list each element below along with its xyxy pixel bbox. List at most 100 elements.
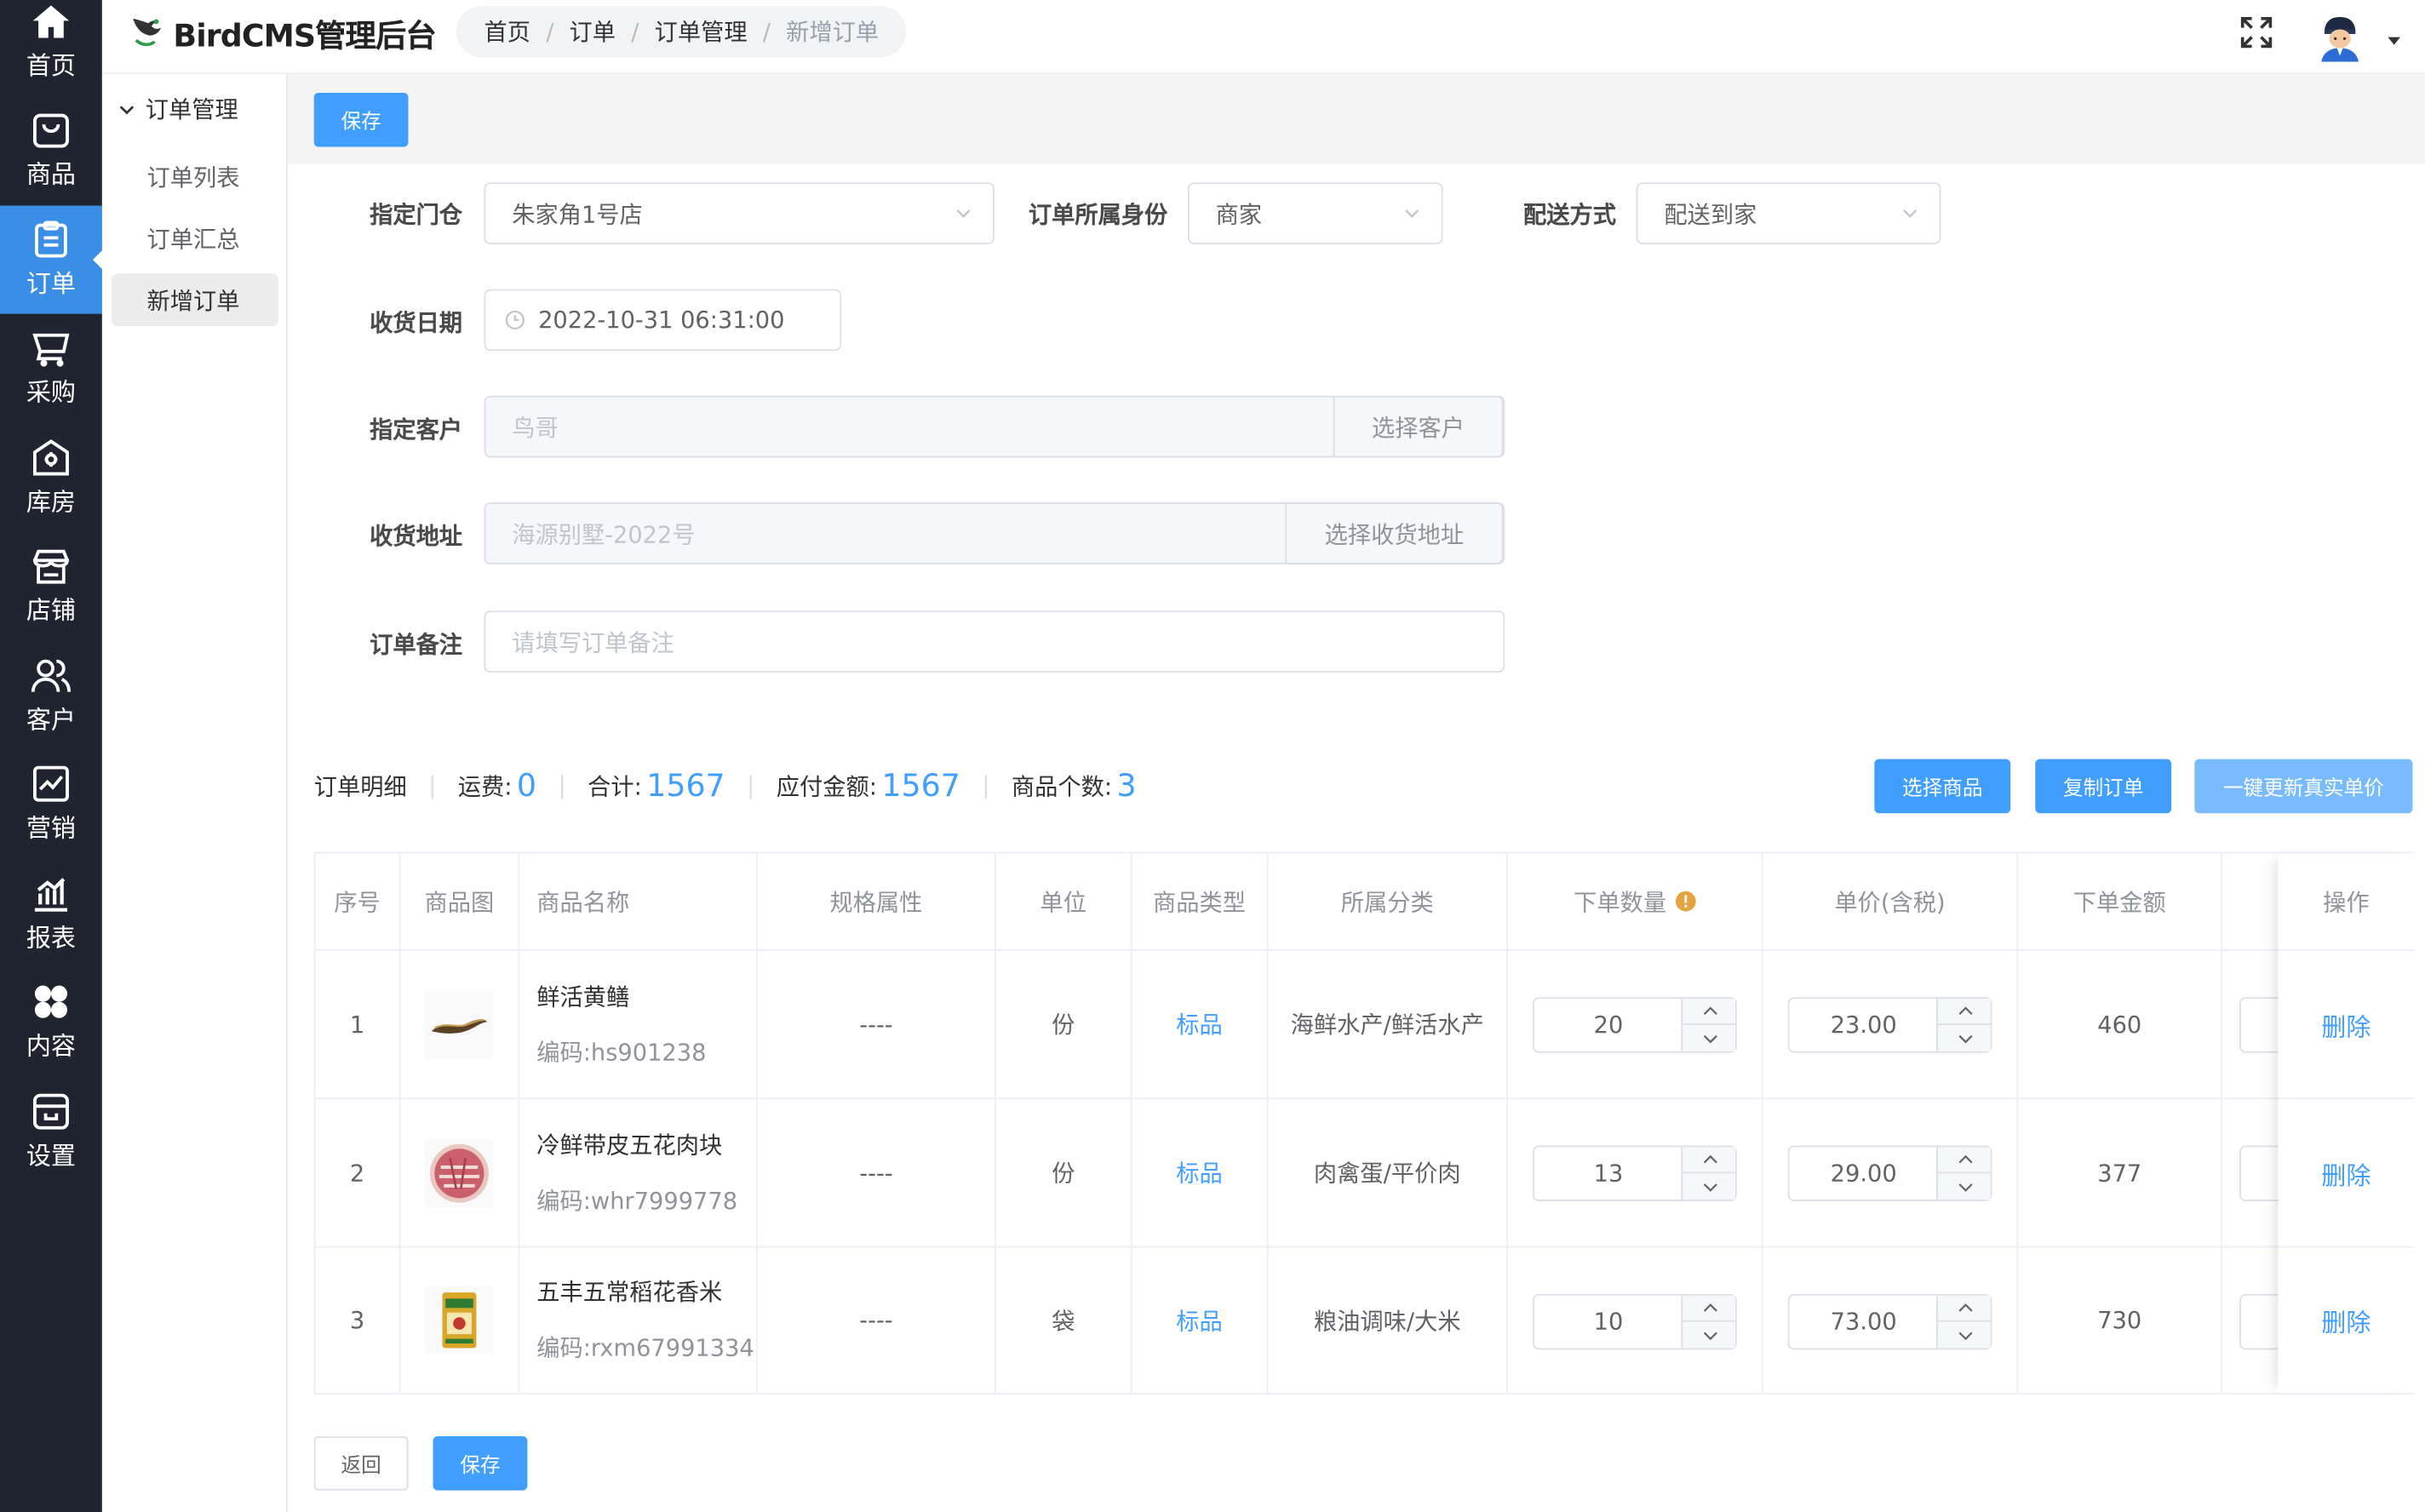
delete-button[interactable]: 删除 <box>2321 1302 2371 1339</box>
increase-button[interactable] <box>1683 999 1737 1025</box>
cell-unit: 袋 <box>996 1247 1132 1394</box>
delete-button[interactable]: 删除 <box>2321 1005 2371 1043</box>
save-button[interactable]: 保存 <box>313 92 409 147</box>
quantity-stepper[interactable]: 13 <box>1532 1145 1737 1201</box>
cell-unit: 份 <box>995 950 1132 1100</box>
quantity-value[interactable]: 20 <box>1534 999 1683 1051</box>
quantity-value[interactable]: 13 <box>1534 1147 1683 1200</box>
price-stepper[interactable]: 23.00 <box>1787 997 1992 1053</box>
rail-item-report[interactable]: 报表 <box>0 872 102 980</box>
chevron-down-icon <box>1405 209 1419 218</box>
cell-qty: 20 <box>1507 950 1763 1100</box>
rail-item-customer[interactable]: 客户 <box>0 654 102 762</box>
cell-category: 粮油调味/大米 <box>1268 1247 1508 1394</box>
order-summary: 订单明细 | 运费: 0 | 合计: 1567 | 应付金额: 1567 | 商品个数… <box>314 759 1137 812</box>
delivery-date-value: 2022-10-31 06:31:00 <box>538 306 785 335</box>
avatar[interactable] <box>2315 13 2365 62</box>
fullscreen-icon[interactable] <box>2238 14 2275 51</box>
decrease-button[interactable] <box>1938 1173 1992 1200</box>
increase-button[interactable] <box>1683 1147 1737 1174</box>
chevron-down-icon <box>1958 1331 1972 1340</box>
increase-button[interactable] <box>1937 1147 1992 1174</box>
warning-info-icon[interactable] <box>1674 891 1695 912</box>
select-address-button[interactable]: 选择收货地址 <box>1285 502 1504 564</box>
update-price-button[interactable]: 一键更新真实单价 <box>2194 759 2413 814</box>
price-value[interactable]: 73.00 <box>1789 1296 1937 1349</box>
breadcrumb-home[interactable]: 首页 <box>484 15 531 48</box>
copy-order-button[interactable]: 复制订单 <box>2035 759 2172 814</box>
price-stepper[interactable]: 29.00 <box>1787 1145 1992 1201</box>
quantity-value[interactable]: 10 <box>1534 1296 1683 1349</box>
cell-action: 删除 <box>2278 1099 2415 1248</box>
order-subnav: 订单管理 订单列表 订单汇总 新增订单 <box>101 74 288 1512</box>
price-stepper[interactable]: 73.00 <box>1787 1293 1992 1350</box>
product-type-link[interactable]: 标品 <box>1176 1156 1223 1188</box>
payable-label: 应付金额: <box>776 772 877 800</box>
increase-button[interactable] <box>1683 1296 1737 1322</box>
decrease-button[interactable] <box>1938 1025 1992 1051</box>
order-detail-title: 订单明细 <box>313 772 407 800</box>
chevron-down-icon <box>1958 1183 1972 1191</box>
rail-label: 内容 <box>26 1031 77 1061</box>
stepper-controls <box>1936 999 1992 1051</box>
decrease-button[interactable] <box>1683 1322 1737 1349</box>
trend-chart-icon <box>32 765 69 802</box>
app-root: 首页 商品 订单 采购 库房 店铺 客户 营销 报表 内容 设置 BirdCMS… <box>0 0 2425 1512</box>
select-goods-button[interactable]: 选择商品 <box>1874 759 2011 814</box>
product-code: 编码:whr7999778 <box>536 1186 738 1215</box>
col-header-index: 序号 <box>315 853 401 951</box>
subnav-item-order-list[interactable]: 订单列表 <box>112 150 278 203</box>
identity-select[interactable]: 商家 <box>1187 182 1443 244</box>
user-menu-caret-icon[interactable] <box>2388 37 2400 45</box>
decrease-button[interactable] <box>1938 1322 1992 1349</box>
goods-count-label: 商品个数: <box>1011 772 1113 800</box>
delivery-label: 配送方式 <box>1523 201 1617 229</box>
quantity-stepper[interactable]: 10 <box>1532 1293 1737 1350</box>
quantity-stepper[interactable]: 20 <box>1532 997 1737 1053</box>
rail-item-goods[interactable]: 商品 <box>0 108 102 216</box>
rail-item-warehouse[interactable]: 库房 <box>0 436 102 544</box>
price-value[interactable]: 29.00 <box>1789 1147 1937 1200</box>
select-customer-button[interactable]: 选择客户 <box>1333 395 1504 458</box>
cell-price: 29.00 <box>1763 1099 2019 1248</box>
breadcrumb-order-management[interactable]: 订单管理 <box>655 15 748 48</box>
cell-action: 删除 <box>2278 951 2415 1100</box>
increase-button[interactable] <box>1937 1296 1992 1322</box>
back-button-label: 返回 <box>341 1454 381 1479</box>
subnav-item-order-summary[interactable]: 订单汇总 <box>112 212 278 265</box>
order-items-table: 序号 商品图 商品名称 规格属性 单位 商品类型 所属分类 下单数量 单价(含税… <box>313 851 2415 1395</box>
address-placeholder: 海源别墅-2022号 <box>512 520 696 548</box>
rail-item-order[interactable]: 订单 <box>0 205 104 314</box>
product-name: 五丰五常稻花香米 <box>536 1278 723 1307</box>
breadcrumb-separator: / <box>762 17 771 46</box>
rail-item-home[interactable]: 首页 <box>0 0 102 108</box>
delivery-date-picker[interactable]: 2022-10-31 06:31:00 <box>484 289 842 352</box>
store-select-value: 朱家角1号店 <box>512 200 643 228</box>
remark-input[interactable]: 请填写订单备注 <box>484 610 1505 673</box>
back-button[interactable]: 返回 <box>313 1436 409 1491</box>
rail-item-settings[interactable]: 设置 <box>0 1090 102 1198</box>
product-type-link[interactable]: 标品 <box>1176 1304 1223 1337</box>
col-header-price: 单价(含税) <box>1763 853 2019 951</box>
rail-item-content[interactable]: 内容 <box>0 980 102 1088</box>
rail-label: 库房 <box>26 487 77 517</box>
col-header-name: 商品名称 <box>519 853 759 951</box>
increase-button[interactable] <box>1937 999 1992 1025</box>
decrease-button[interactable] <box>1683 1173 1737 1200</box>
bottom-save-button[interactable]: 保存 <box>433 1436 528 1491</box>
delivery-select[interactable]: 配送到家 <box>1636 182 1941 244</box>
delete-button[interactable]: 删除 <box>2321 1154 2371 1192</box>
chevron-up-icon <box>1958 1303 1972 1312</box>
store-icon <box>32 549 69 584</box>
product-type-link[interactable]: 标品 <box>1176 1008 1223 1040</box>
subnav-group-order-management[interactable]: 订单管理 <box>118 93 238 125</box>
subnav-item-new-order[interactable]: 新增订单 <box>111 273 278 327</box>
cell-index: 1 <box>315 950 401 1100</box>
breadcrumb-order[interactable]: 订单 <box>570 15 616 48</box>
store-select[interactable]: 朱家角1号店 <box>484 182 995 244</box>
rail-item-purchase[interactable]: 采购 <box>0 326 102 434</box>
price-value[interactable]: 23.00 <box>1789 999 1937 1051</box>
decrease-button[interactable] <box>1683 1025 1737 1051</box>
rail-item-marketing[interactable]: 营销 <box>0 762 102 870</box>
rail-item-store[interactable]: 店铺 <box>0 544 102 652</box>
